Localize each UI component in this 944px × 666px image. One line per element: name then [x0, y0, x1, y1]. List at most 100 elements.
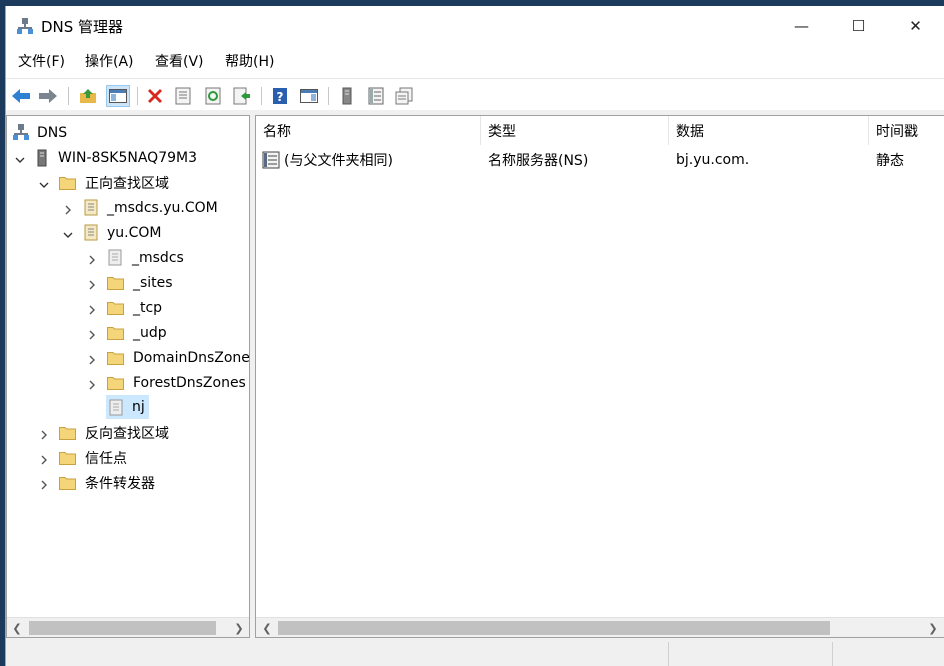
record-data: bj.yu.com. — [676, 152, 750, 168]
tree-item-msdcs-zone[interactable]: _msdcs.yu.COM — [63, 195, 218, 220]
menu-action[interactable]: 操作(A) — [85, 52, 134, 72]
tree-item-server[interactable]: WIN-8SK5NAQ79M3 — [15, 145, 197, 170]
minimize-button[interactable]: — — [773, 6, 830, 46]
toolbar: ? — [6, 78, 944, 109]
back-arrow-icon[interactable] — [11, 86, 31, 106]
scroll-right-icon[interactable]: ❯ — [231, 620, 247, 636]
record-name: (与父文件夹相同) — [284, 153, 393, 169]
delegated-zone-icon — [108, 399, 124, 416]
chevron-right-icon[interactable] — [39, 428, 49, 439]
tree-item-forward-zones[interactable]: 正向查找区域 — [39, 170, 169, 195]
toolbar-separator — [328, 87, 329, 105]
column-header-data[interactable]: 数据 — [669, 116, 869, 145]
svg-text:?: ? — [277, 90, 284, 104]
tree-label: _msdcs — [132, 249, 184, 266]
tree-label: WIN-8SK5NAQ79M3 — [58, 149, 198, 166]
tree-item-dns[interactable]: DNS — [13, 120, 67, 145]
show-hide-console-tree-icon[interactable] — [106, 85, 130, 107]
chevron-right-icon[interactable] — [87, 353, 97, 364]
chevron-right-icon[interactable] — [87, 253, 97, 264]
tree-item-child[interactable]: _tcp — [87, 295, 162, 320]
chevron-right-icon[interactable] — [87, 328, 97, 339]
toolbar-separator — [68, 87, 69, 105]
chevron-down-icon[interactable] — [63, 228, 73, 238]
tree-item-child[interactable]: DomainDnsZones — [87, 345, 250, 370]
dns-icon — [13, 124, 29, 141]
chevron-right-icon[interactable] — [87, 378, 97, 389]
export-list-icon[interactable] — [232, 86, 252, 106]
tree-item-child[interactable]: _udp — [87, 320, 167, 345]
chevron-down-icon[interactable] — [39, 178, 49, 188]
up-folder-icon[interactable] — [78, 86, 98, 106]
tree-label: 反向查找区域 — [85, 425, 169, 442]
status-separator — [832, 642, 833, 666]
chevron-down-icon[interactable] — [15, 153, 25, 163]
close-icon: ✕ — [909, 17, 922, 35]
tree-label: _tcp — [133, 299, 163, 316]
tree-horizontal-scrollbar[interactable]: ❮ ❯ — [7, 617, 249, 637]
maximize-icon: ☐ — [851, 17, 866, 35]
tree-label: 正向查找区域 — [85, 175, 169, 192]
show-action-pane-icon[interactable] — [299, 86, 319, 106]
tree-item-child[interactable]: _sites — [87, 270, 173, 295]
toolbar-separator — [137, 87, 138, 105]
chevron-right-icon[interactable] — [63, 203, 73, 214]
status-bar — [6, 640, 944, 666]
column-header-type[interactable]: 类型 — [481, 116, 669, 145]
column-header-timestamp[interactable]: 时间戳 — [869, 116, 944, 145]
folder-icon — [107, 326, 124, 340]
properties-icon[interactable] — [173, 86, 193, 106]
scroll-right-icon[interactable]: ❯ — [925, 620, 941, 636]
records-icon[interactable] — [394, 86, 414, 106]
refresh-icon[interactable] — [203, 86, 223, 106]
list-horizontal-scrollbar[interactable]: ❮ ❯ — [256, 617, 944, 637]
delete-icon[interactable] — [145, 86, 165, 106]
record-icon — [262, 151, 280, 169]
tree-item-nj-selected[interactable]: nj — [106, 395, 149, 419]
scroll-left-icon[interactable]: ❮ — [259, 620, 275, 636]
toolbar-separator — [261, 87, 262, 105]
folder-icon — [59, 476, 76, 490]
dns-app-icon — [17, 18, 33, 35]
folder-icon — [107, 276, 124, 290]
dns-manager-window: DNS 管理器 — ☐ ✕ 文件(F) 操作(A) 查看(V) 帮助(H) ? … — [5, 6, 944, 666]
chevron-right-icon[interactable] — [39, 478, 49, 489]
tree-label: DNS — [37, 124, 68, 141]
tree-item-child[interactable]: ForestDnsZones — [87, 370, 246, 395]
tree-item-trust-points[interactable]: 信任点 — [39, 445, 127, 470]
tree-label: 信任点 — [85, 450, 127, 467]
menu-help[interactable]: 帮助(H) — [225, 52, 274, 72]
menu-view[interactable]: 查看(V) — [155, 52, 204, 72]
scroll-thumb[interactable] — [278, 621, 830, 635]
chevron-right-icon[interactable] — [87, 303, 97, 314]
scroll-left-icon[interactable]: ❮ — [9, 620, 25, 636]
chevron-right-icon[interactable] — [87, 278, 97, 289]
tree-label: yu.COM — [107, 224, 162, 241]
tree-label: _udp — [133, 324, 167, 341]
maximize-button[interactable]: ☐ — [830, 6, 887, 46]
menu-file[interactable]: 文件(F) — [18, 52, 65, 72]
tree-label: _msdcs.yu.COM — [107, 199, 218, 216]
scroll-thumb[interactable] — [29, 621, 216, 635]
server-icon — [37, 149, 47, 167]
tree-label: DomainDnsZones — [133, 349, 250, 366]
tree-item-yu-zone[interactable]: yu.COM — [63, 220, 161, 245]
minimize-icon: — — [794, 17, 809, 35]
window-title: DNS 管理器 — [41, 18, 124, 36]
tree-item-child[interactable]: _msdcs — [87, 245, 184, 270]
status-separator — [668, 642, 669, 666]
record-list-icon[interactable] — [366, 86, 386, 106]
tree-item-reverse-zones[interactable]: 反向查找区域 — [39, 420, 169, 445]
menu-bar: 文件(F) 操作(A) 查看(V) 帮助(H) — [6, 48, 944, 76]
help-icon[interactable]: ? — [270, 86, 290, 106]
folder-icon — [59, 176, 76, 190]
tree-item-conditional-forwarders[interactable]: 条件转发器 — [39, 470, 155, 495]
tree-label: _sites — [133, 274, 173, 291]
close-button[interactable]: ✕ — [887, 6, 944, 46]
tree-label: 条件转发器 — [85, 475, 155, 492]
forward-arrow-icon[interactable] — [38, 86, 58, 106]
server-icon[interactable] — [337, 86, 357, 106]
column-header-name[interactable]: 名称 — [256, 116, 481, 145]
chevron-right-icon[interactable] — [39, 453, 49, 464]
pane-area: DNS WIN-8SK5NAQ79M3 正向查找区域 _msdcs.yu.COM… — [6, 110, 944, 666]
